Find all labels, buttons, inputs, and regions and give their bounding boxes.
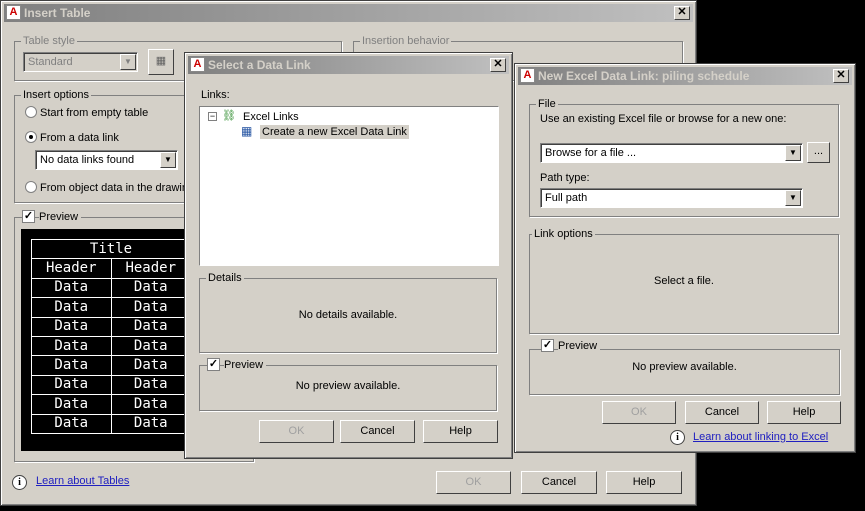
help-button[interactable]: Help	[606, 471, 682, 494]
preview-row: Data Data	[31, 413, 191, 434]
cancel-button[interactable]: Cancel	[521, 471, 597, 494]
preview-data-cell: Data	[110, 394, 191, 415]
preview-checkbox[interactable]: ✓	[22, 210, 35, 223]
preview-checkbox[interactable]: ✓	[207, 358, 220, 371]
new-excel-data-link-dialog: A New Excel Data Link: piling schedule ✕ F…	[514, 63, 856, 453]
preview-row: Data Data	[31, 297, 191, 318]
cancel-button[interactable]: Cancel	[340, 420, 415, 443]
preview-data-cell: Data	[110, 374, 191, 396]
preview-data-cell: Data	[31, 413, 112, 434]
close-button[interactable]: ✕	[674, 6, 690, 20]
excel-links-icon: ⛓	[222, 110, 236, 122]
select-data-link-dialog: A Select a Data Link ✕ Links: − ⛓ Excel Li…	[184, 52, 513, 459]
preview-data-cell: Data	[31, 316, 112, 337]
close-button[interactable]: ✕	[833, 69, 849, 83]
ok-button[interactable]: OK	[259, 420, 334, 443]
table-style-dialog-button[interactable]: ▦	[148, 49, 174, 75]
close-button[interactable]: ✕	[490, 58, 506, 72]
preview-data-cell: Data	[31, 355, 112, 376]
chevron-down-icon: ▼	[785, 145, 801, 161]
title-bar: A Insert Table ✕	[4, 4, 693, 22]
link-options-group: Link options Select a file.	[529, 227, 839, 334]
autocad-logo-icon: A	[6, 5, 21, 20]
preview-data-cell: Data	[31, 394, 112, 415]
preview-row: Data Data	[31, 355, 191, 376]
links-tree[interactable]: − ⛓ Excel Links ▦ Create a new Excel Dat…	[199, 106, 499, 266]
preview-header: Header	[31, 258, 112, 279]
preview-data-cell: Data	[110, 297, 191, 318]
ok-button[interactable]: OK	[602, 401, 676, 424]
help-button[interactable]: Help	[767, 401, 841, 424]
autocad-logo-icon: A	[190, 57, 205, 72]
preview-row: Data Data	[31, 394, 191, 415]
tree-item-excel-links[interactable]: Excel Links	[243, 110, 299, 124]
info-icon: i	[12, 475, 27, 490]
table-link-icon: ▦	[241, 124, 253, 138]
preview-data-cell: Data	[110, 277, 191, 299]
file-select[interactable]: Browse for a file ... ▼	[540, 143, 803, 163]
preview-data-cell: Data	[31, 374, 112, 396]
title-bar: A Select a Data Link ✕	[188, 56, 509, 74]
data-link-select[interactable]: No data links found ▼	[35, 150, 178, 170]
chevron-down-icon: ▼	[785, 190, 801, 206]
help-button[interactable]: Help	[423, 420, 498, 443]
preview-data-cell: Data	[31, 297, 112, 318]
preview-data-cell: Data	[110, 355, 191, 376]
preview-group: No preview available.	[529, 349, 840, 395]
table-style-select[interactable]: Standard ▼	[23, 52, 138, 72]
chevron-down-icon: ▼	[160, 152, 176, 168]
preview-header: Header	[110, 258, 191, 279]
radio-object-data[interactable]	[25, 181, 37, 193]
learn-linking-excel-link[interactable]: Learn about linking to Excel	[693, 431, 828, 443]
preview-row: Data Data	[31, 316, 191, 337]
autocad-logo-icon: A	[520, 68, 535, 83]
preview-row: Data Data	[31, 374, 191, 396]
preview-data-cell: Data	[110, 316, 191, 337]
table-preview: Title Header Header Data Data Data Data Data D…	[21, 229, 191, 451]
title-bar: A New Excel Data Link: piling schedule ✕	[518, 67, 852, 85]
preview-row: Data Data	[31, 277, 191, 299]
info-icon: i	[670, 430, 685, 445]
ok-button[interactable]: OK	[436, 471, 511, 494]
preview-data-cell: Data	[31, 335, 112, 357]
preview-data-cell: Data	[110, 413, 191, 434]
preview-title: Title	[31, 238, 191, 260]
cancel-button[interactable]: Cancel	[685, 401, 759, 424]
preview-data-cell: Data	[31, 277, 112, 299]
preview-checkbox[interactable]: ✓	[541, 339, 554, 352]
preview-row: Data Data	[31, 335, 191, 357]
path-type-select[interactable]: Full path ▼	[540, 188, 803, 208]
learn-about-tables-link[interactable]: Learn about Tables	[36, 475, 129, 487]
details-group: Details No details available.	[199, 271, 497, 353]
browse-button[interactable]: ...	[807, 142, 830, 163]
tree-item-create-link[interactable]: Create a new Excel Data Link	[260, 125, 409, 139]
preview-data-cell: Data	[110, 335, 191, 357]
radio-empty-table[interactable]	[25, 106, 37, 118]
chevron-down-icon: ▼	[120, 54, 136, 70]
collapse-icon[interactable]: −	[208, 112, 217, 121]
radio-data-link[interactable]	[25, 131, 37, 143]
